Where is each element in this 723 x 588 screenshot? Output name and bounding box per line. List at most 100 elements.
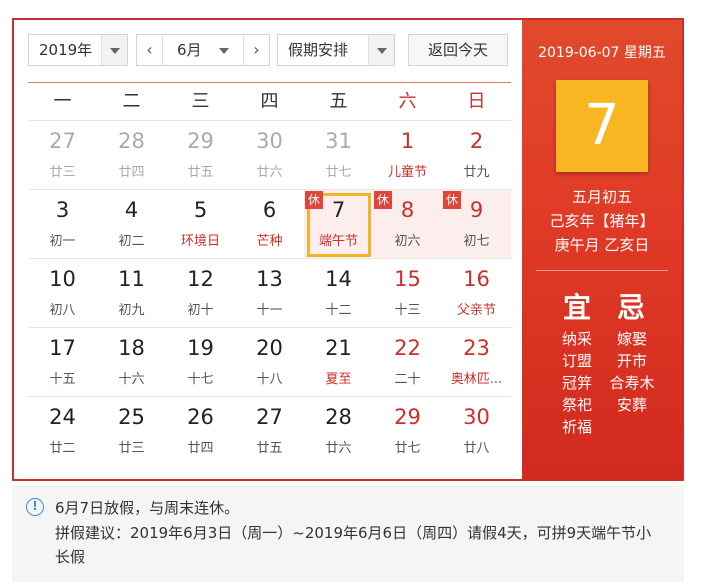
day-number: 5 [193,198,208,222]
prev-month-icon[interactable]: ‹ [137,35,163,65]
day-cell[interactable]: 休 8 初六 [373,190,442,258]
chevron-down-icon[interactable] [101,35,127,65]
lunar-label: 廿九 [463,165,490,180]
day-cell[interactable]: 20 十八 [235,328,304,396]
lunar-label: 芒种 [256,234,283,249]
day-cell[interactable]: 21 夏至 [304,328,373,396]
lunar-label: 十一 [256,303,283,318]
lunar-label: 十三 [394,303,421,318]
back-to-today-button[interactable]: 返回今天 [408,34,508,66]
lunar-label: 环境日 [180,234,220,249]
day-cell-selected[interactable]: 休 7 端午节 [304,190,373,258]
day-number: 4 [124,198,139,222]
week-row: 17 十五 18 十六 19 十七 20 十八 21 夏至 22 二十 23 奥林匹... [28,327,511,396]
lunar-label: 廿五 [256,441,283,456]
day-number: 29 [394,405,421,429]
day-cell[interactable]: 5 环境日 [166,190,235,258]
lunar-label: 廿二 [49,441,76,456]
day-number: 16 [463,267,490,291]
day-cell[interactable]: 27 廿五 [235,397,304,465]
divider [536,270,668,271]
day-number: 22 [394,336,421,360]
lunar-label: 廿三 [49,165,76,180]
day-number: 7 [331,198,346,222]
day-cell[interactable]: 12 初十 [166,259,235,327]
day-cell[interactable]: 16 父亲节 [442,259,511,327]
yi-item: 祭祀 [561,396,592,414]
day-number: 10 [49,267,76,291]
ji-item: 开市 [616,352,647,370]
day-cell[interactable]: 15 十三 [373,259,442,327]
holiday-select[interactable]: 假期安排 [277,34,395,66]
yi-heading: 宜 [562,291,591,324]
week-row: 10 初八 11 初九 12 初十 13 十一 14 十二 15 十三 16 父亲节 [28,258,511,327]
selected-day-number: 7 [556,80,648,172]
day-cell[interactable]: 28 廿六 [304,397,373,465]
lunar-label: 初六 [394,234,421,249]
day-cell[interactable]: 14 十二 [304,259,373,327]
day-cell[interactable]: 13 十一 [235,259,304,327]
day-cell[interactable]: 25 廿三 [97,397,166,465]
day-cell[interactable]: 22 二十 [373,328,442,396]
lunar-label: 十六 [118,372,145,387]
day-cell[interactable]: 6 芒种 [235,190,304,258]
lunar-label: 二十 [394,372,421,387]
day-number: 13 [256,267,283,291]
week-row: 3 初一 4 初二 5 环境日 6 芒种休 7 端午节休 8 初六休 9 初七 [28,189,511,258]
day-cell[interactable]: 3 初一 [28,190,97,258]
day-cell[interactable]: 休 9 初七 [442,190,511,258]
day-cell[interactable]: 31 廿七 [304,121,373,189]
day-number: 11 [118,267,145,291]
chevron-down-icon[interactable] [368,35,394,65]
day-cell[interactable]: 18 十六 [97,328,166,396]
year-select[interactable]: 2019年 [28,34,128,66]
month-select[interactable]: ‹ 6月 › [136,34,270,66]
lunar-label: 十八 [256,372,283,387]
day-cell[interactable]: 24 廿二 [28,397,97,465]
day-number: 28 [325,405,352,429]
calendar-main: 2019年 ‹ 6月 › 假期安排 返回今天 一二三四五六日 27 廿三 28 廿四 2… [14,20,522,479]
day-cell[interactable]: 29 廿五 [166,121,235,189]
day-cell[interactable]: 27 廿三 [28,121,97,189]
day-cell[interactable]: 26 廿四 [166,397,235,465]
lunar-label: 初一 [49,234,76,249]
ji-item: 安葬 [616,396,647,414]
day-cell[interactable]: 30 廿八 [442,397,511,465]
lunar-label: 廿三 [118,441,145,456]
day-detail-panel: 2019-06-07 星期五 7 五月初五 己亥年【猪年】 庚午月 乙亥日 宜 … [522,20,682,479]
day-number: 2 [469,129,484,153]
lunar-label: 廿八 [463,441,490,456]
day-cell[interactable]: 17 十五 [28,328,97,396]
lunar-label: 廿四 [187,441,214,456]
day-cell[interactable]: 30 廿六 [235,121,304,189]
day-cell[interactable]: 4 初二 [97,190,166,258]
day-cell[interactable]: 11 初九 [97,259,166,327]
day-cell[interactable]: 19 十七 [166,328,235,396]
next-month-icon[interactable]: › [243,35,269,65]
yi-item: 祈福 [561,418,592,436]
day-number: 30 [256,129,283,153]
day-cell[interactable]: 28 廿四 [97,121,166,189]
weekday-label: 一 [53,91,72,112]
chevron-down-icon[interactable] [219,48,229,54]
weekday-label: 三 [191,91,210,112]
lunar-label: 端午节 [318,234,358,249]
week-row: 24 廿二 25 廿三 26 廿四 27 廿五 28 廿六 29 廿七 30 廿八 [28,396,511,465]
month-value: 6月 [177,41,202,59]
weekday-header: 一二三四五六日 [28,82,511,120]
day-cell[interactable]: 10 初八 [28,259,97,327]
weekday-label: 日 [467,91,486,112]
day-cell[interactable]: 1 儿童节 [373,121,442,189]
day-cell[interactable]: 2 廿九 [442,121,511,189]
week-row: 27 廿三 28 廿四 29 廿五 30 廿六 31 廿七 1 儿童节 2 廿九 [28,120,511,189]
lunar-label: 廿六 [256,165,283,180]
year-value: 2019年 [39,41,93,59]
day-number: 29 [187,129,214,153]
day-cell[interactable]: 23 奥林匹... [442,328,511,396]
day-number: 9 [469,198,484,222]
day-number: 15 [394,267,421,291]
day-cell[interactable]: 29 廿七 [373,397,442,465]
yi-item: 纳采 [561,330,592,348]
day-number: 21 [325,336,352,360]
day-number: 23 [463,336,490,360]
